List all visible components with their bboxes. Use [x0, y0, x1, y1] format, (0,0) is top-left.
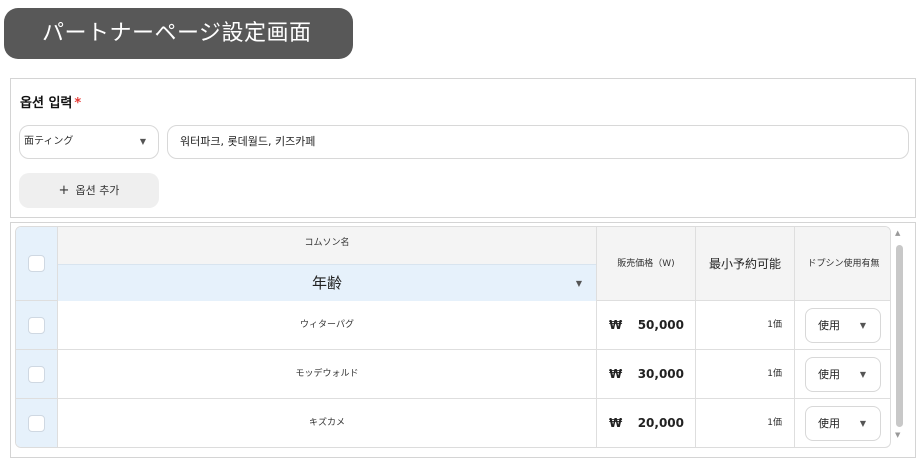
row-min-booking: 1価: [767, 369, 782, 379]
row-checkbox-cell: [16, 350, 58, 399]
row-use-cell: 使用 ▼: [795, 350, 890, 399]
header-price: 販売価格（W): [617, 259, 675, 269]
use-select[interactable]: 使用 ▼: [805, 308, 881, 343]
add-option-label: 옵션 추가: [75, 184, 120, 197]
chevron-down-icon: ▼: [859, 419, 866, 428]
option-values-text: 워터파크, 롯데월드, 키즈카페: [180, 135, 316, 148]
table-row: ウィターパグ ₩ 50,000 1価 使用 ▼: [16, 301, 890, 350]
row-checkbox[interactable]: [28, 317, 45, 334]
header-checkbox-cell: [16, 227, 58, 301]
row-min-cell: 1価: [696, 350, 795, 399]
header-column-name-cell: コムソン名 年齢 ▼: [58, 227, 597, 301]
header-use-flag-cell: ドプシン使用有無: [795, 227, 890, 301]
row-price: 50,000: [637, 318, 684, 332]
option-table-panel: コムソン名 年齢 ▼ 販売価格（W) 最小予約可能 ドプシン使用有無 ウィターパ…: [10, 222, 916, 458]
row-checkbox-cell: [16, 399, 58, 447]
scroll-down-icon[interactable]: ▼: [895, 431, 900, 439]
row-min-booking: 1価: [767, 418, 782, 428]
chevron-down-icon: ▼: [139, 137, 146, 146]
table-scrollbar[interactable]: ▲ ▼: [893, 229, 905, 441]
chevron-down-icon: ▼: [859, 321, 866, 330]
header-price-cell: 販売価格（W): [597, 227, 696, 301]
row-name: ウィターパグ: [300, 320, 354, 330]
option-type-value: 面ティング: [24, 136, 74, 147]
header-min-booking-cell: 最小予約可能: [696, 227, 795, 301]
won-sign: ₩: [609, 367, 623, 381]
row-price-cell: ₩ 20,000: [597, 399, 696, 447]
header-column-name: コムソン名: [304, 238, 350, 248]
option-input-label: 옵션 입력 *: [20, 92, 81, 111]
row-checkbox-cell: [16, 301, 58, 350]
option-values-input[interactable]: 워터파크, 롯데월드, 키즈카페: [167, 125, 909, 159]
row-price: 20,000: [637, 416, 684, 430]
row-checkbox[interactable]: [28, 366, 45, 383]
select-all-checkbox[interactable]: [28, 255, 45, 272]
use-select[interactable]: 使用 ▼: [805, 357, 881, 392]
use-select-value: 使用: [818, 368, 840, 381]
row-name: モッデウォルド: [295, 369, 359, 379]
required-mark: *: [74, 96, 82, 111]
row-use-cell: 使用 ▼: [795, 301, 890, 350]
header-min-booking: 最小予約可能: [708, 257, 781, 271]
option-input-label-text: 옵션 입력: [20, 96, 73, 111]
row-name-cell: キズカメ: [58, 399, 597, 447]
page-title: パートナーページ設定画面: [4, 8, 353, 59]
row-price-cell: ₩ 50,000: [597, 301, 696, 350]
table-row: モッデウォルド ₩ 30,000 1価 使用 ▼: [16, 350, 890, 399]
row-use-cell: 使用 ▼: [795, 399, 890, 447]
row-name: キズカメ: [308, 418, 345, 428]
row-name-cell: ウィターパグ: [58, 301, 597, 350]
won-sign: ₩: [609, 318, 623, 332]
scroll-up-icon[interactable]: ▲: [895, 229, 900, 237]
row-min-cell: 1価: [696, 301, 795, 350]
row-checkbox[interactable]: [28, 415, 45, 432]
row-price-cell: ₩ 30,000: [597, 350, 696, 399]
header-use-flag: ドプシン使用有無: [807, 259, 880, 269]
option-type-select[interactable]: 面ティング ▼: [19, 125, 159, 159]
age-filter-select[interactable]: 年齢 ▼: [58, 264, 596, 301]
plus-icon: +: [58, 183, 70, 198]
chevron-down-icon: ▼: [575, 279, 582, 288]
age-filter-value: 年齢: [311, 274, 342, 292]
use-select-value: 使用: [818, 319, 840, 332]
table-header-row: コムソン名 年齢 ▼ 販売価格（W) 最小予約可能 ドプシン使用有無: [16, 227, 890, 301]
table-row: キズカメ ₩ 20,000 1価 使用 ▼: [16, 399, 890, 447]
use-select-value: 使用: [818, 417, 840, 430]
row-min-cell: 1価: [696, 399, 795, 447]
scrollbar-thumb[interactable]: [896, 245, 903, 427]
add-option-button[interactable]: + 옵션 추가: [19, 173, 159, 208]
won-sign: ₩: [609, 416, 623, 430]
option-table: コムソン名 年齢 ▼ 販売価格（W) 最小予約可能 ドプシン使用有無 ウィターパ…: [15, 226, 891, 448]
option-input-panel: 옵션 입력 * 面ティング ▼ 워터파크, 롯데월드, 키즈카페 + 옵션 추가: [10, 78, 916, 218]
row-price: 30,000: [637, 367, 684, 381]
row-min-booking: 1価: [767, 320, 782, 330]
row-name-cell: モッデウォルド: [58, 350, 597, 399]
chevron-down-icon: ▼: [859, 370, 866, 379]
use-select[interactable]: 使用 ▼: [805, 406, 881, 441]
